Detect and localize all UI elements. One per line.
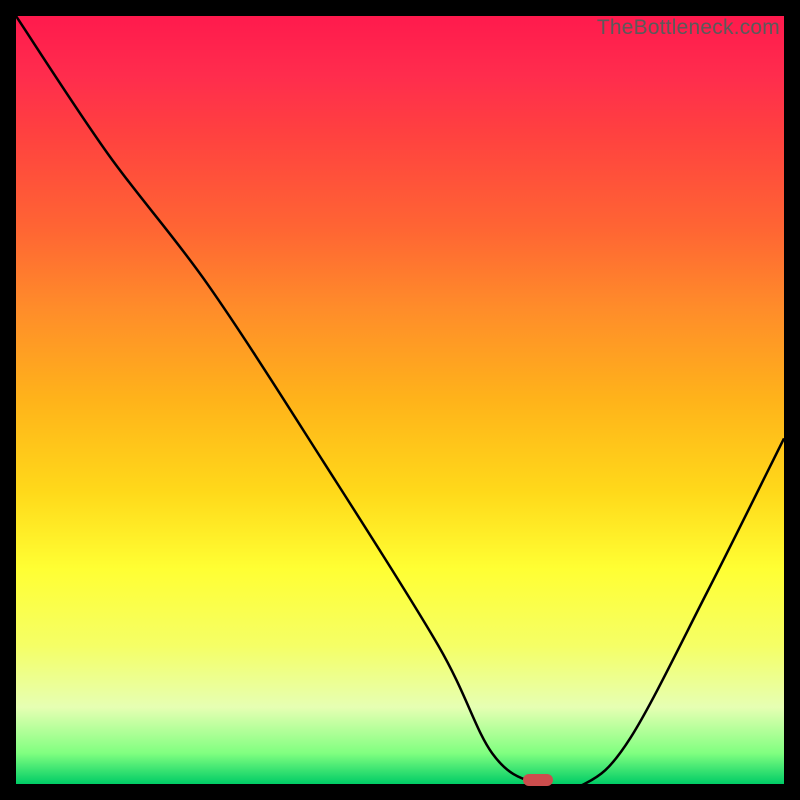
plot-area: TheBottleneck.com bbox=[16, 16, 784, 784]
chart-container: TheBottleneck.com bbox=[0, 0, 800, 800]
bottleneck-curve bbox=[16, 16, 784, 784]
optimum-marker bbox=[523, 774, 553, 786]
